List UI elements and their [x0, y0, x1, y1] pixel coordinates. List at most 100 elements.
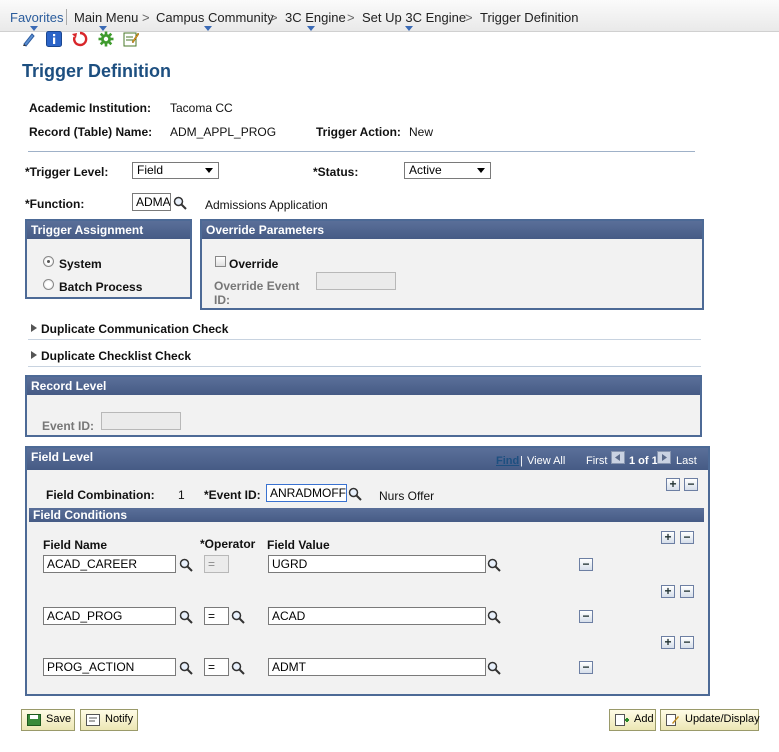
3c-engine-dropdown-icon[interactable] [307, 26, 315, 31]
search-icon[interactable] [231, 661, 245, 675]
first-link[interactable]: First [586, 455, 607, 467]
breadcrumb-separator: > [270, 10, 278, 25]
duplicate-checklist-check-link[interactable]: Duplicate Checklist Check [41, 349, 191, 363]
update-display-button[interactable]: Update/Display [660, 709, 760, 731]
search-icon[interactable] [179, 661, 193, 675]
trigger-level-selected: Field [137, 163, 164, 177]
override-event-label-2: ID: [214, 293, 230, 307]
nav-trigger-definition[interactable]: Trigger Definition [480, 10, 579, 25]
nav-campus-community[interactable]: Campus Community [156, 10, 274, 25]
override-event-label: Override Event [214, 279, 300, 293]
add-button[interactable]: Add [609, 709, 656, 731]
add-condition-button[interactable]: + [661, 585, 675, 598]
header-divider [28, 151, 695, 152]
override-label: Override [229, 257, 279, 271]
search-icon[interactable] [179, 558, 193, 572]
trigger-level-select[interactable]: Field [132, 162, 219, 179]
field-conditions-header: Field Conditions [29, 508, 704, 522]
view-all-link[interactable]: View All [527, 455, 565, 467]
operator-input[interactable]: = [204, 658, 229, 676]
search-icon[interactable] [179, 610, 193, 624]
nav-set-up-3c-engine[interactable]: Set Up 3C Engine [362, 10, 466, 25]
next-icon[interactable] [657, 451, 671, 464]
event-id-input[interactable]: ANRADMOFF [266, 484, 347, 502]
function-description: Admissions Application [205, 198, 328, 212]
operator-input[interactable]: = [204, 607, 229, 625]
record-level-title: Record Level [27, 377, 700, 395]
campus-community-dropdown-icon[interactable] [204, 26, 212, 31]
settings-icon[interactable] [98, 31, 114, 47]
delete-condition-button[interactable]: − [579, 610, 593, 623]
status-label: *Status: [313, 165, 359, 179]
section-divider [28, 339, 701, 340]
search-icon[interactable] [487, 558, 501, 572]
delete-condition-button[interactable]: − [680, 531, 694, 544]
nav-favorites[interactable]: Favorites [10, 10, 63, 25]
search-icon[interactable] [231, 610, 245, 624]
notify-label: Notify [105, 713, 134, 725]
search-icon[interactable] [173, 196, 187, 210]
record-name-value: ADM_APPL_PROG [170, 125, 277, 139]
field-value-input[interactable]: ADMT [268, 658, 486, 676]
system-radio[interactable] [43, 256, 54, 267]
nav-divider [66, 9, 67, 25]
batch-process-label: Batch Process [59, 280, 143, 294]
batch-process-radio[interactable] [43, 279, 54, 290]
delete-row-button[interactable]: − [684, 478, 698, 491]
function-label: *Function: [25, 197, 85, 211]
institution-label: Academic Institution: [29, 101, 152, 115]
update-display-icon [666, 714, 679, 726]
field-combination-label: Field Combination: [46, 488, 155, 502]
refresh-icon[interactable] [72, 31, 88, 47]
chevron-down-icon [205, 168, 213, 173]
info-icon[interactable] [46, 31, 62, 47]
add-icon [615, 714, 629, 726]
expand-triangle-icon[interactable] [31, 351, 37, 359]
search-icon[interactable] [348, 487, 362, 501]
function-input[interactable]: ADMA [132, 193, 171, 211]
save-label: Save [46, 713, 72, 725]
override-checkbox[interactable] [215, 256, 226, 267]
add-row-button[interactable]: + [666, 478, 680, 491]
nav-main-menu[interactable]: Main Menu [74, 10, 138, 25]
expand-triangle-icon[interactable] [31, 324, 37, 332]
trigger-assignment-title: Trigger Assignment [27, 221, 190, 239]
page-title: Trigger Definition [22, 61, 172, 81]
delete-condition-button[interactable]: − [579, 558, 593, 571]
field-name-input[interactable]: PROG_ACTION [43, 658, 176, 676]
help-icon[interactable] [21, 31, 37, 47]
last-link[interactable]: Last [676, 455, 697, 467]
column-operator: *Operator [200, 537, 256, 551]
override-parameters-title: Override Parameters [202, 221, 702, 239]
find-link[interactable]: Find [496, 455, 519, 467]
edit-icon[interactable] [123, 31, 139, 47]
notify-icon [86, 714, 100, 726]
set-up-dropdown-icon[interactable] [405, 26, 413, 31]
breadcrumb-separator: > [465, 10, 473, 25]
add-condition-button[interactable]: + [661, 531, 675, 544]
field-value-input[interactable]: UGRD [268, 555, 486, 573]
search-icon[interactable] [487, 661, 501, 675]
event-id-description: Nurs Offer [379, 489, 435, 503]
save-button[interactable]: Save [21, 709, 75, 731]
delete-condition-button[interactable]: − [680, 636, 694, 649]
row-count: 1 of 1 [629, 455, 658, 467]
field-name-input[interactable]: ACAD_CAREER [43, 555, 176, 573]
column-field-name: Field Name [43, 538, 108, 552]
field-name-input[interactable]: ACAD_PROG [43, 607, 176, 625]
chevron-down-icon [477, 168, 485, 173]
notify-button[interactable]: Notify [80, 709, 138, 731]
delete-condition-button[interactable]: − [579, 661, 593, 674]
institution-value: Tacoma CC [170, 101, 233, 115]
nav-3c-engine[interactable]: 3C Engine [285, 10, 346, 25]
search-icon[interactable] [487, 610, 501, 624]
field-value-input[interactable]: ACAD [268, 607, 486, 625]
status-select[interactable]: Active [404, 162, 491, 179]
previous-icon[interactable] [611, 451, 625, 464]
operator-input: = [204, 555, 229, 573]
event-id-label: *Event ID: [204, 488, 261, 502]
duplicate-communication-check-link[interactable]: Duplicate Communication Check [41, 322, 228, 336]
add-condition-button[interactable]: + [661, 636, 675, 649]
save-icon [27, 714, 41, 726]
delete-condition-button[interactable]: − [680, 585, 694, 598]
